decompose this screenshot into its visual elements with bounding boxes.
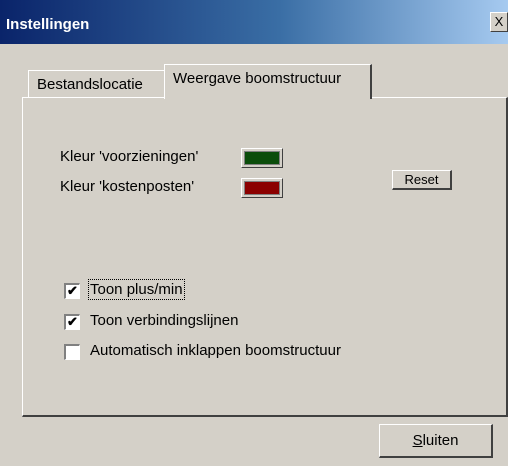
label-toon-plus-min[interactable]: Toon plus/min — [88, 279, 185, 300]
sluiten-button[interactable]: Sluiten — [379, 424, 493, 458]
checkbox-toon-plus-min[interactable]: ✔ — [64, 283, 80, 299]
tab-weergave-boomstructuur[interactable]: Weergave boomstructuur — [164, 64, 372, 99]
tab-bestandslocatie[interactable]: Bestandslocatie — [28, 70, 166, 98]
color-swatch-kostenposten[interactable] — [241, 178, 283, 198]
close-icon[interactable]: X — [490, 12, 508, 32]
window-title: Instellingen — [6, 16, 90, 33]
label-automatisch-inklappen[interactable]: Automatisch inklappen boomstructuur — [90, 342, 341, 359]
tab-panel — [22, 97, 508, 417]
reset-button[interactable]: Reset — [392, 170, 452, 190]
color-swatch-voorzieningen[interactable] — [241, 148, 283, 168]
sluiten-label: Sluiten — [412, 432, 459, 449]
color-fill-kostenposten — [244, 181, 280, 195]
title-bar: Instellingen X — [0, 0, 508, 44]
checkbox-toon-verbindingslijnen[interactable]: ✔ — [64, 314, 80, 330]
checkbox-automatisch-inklappen[interactable] — [64, 344, 80, 360]
label-toon-verbindingslijnen[interactable]: Toon verbindingslijnen — [90, 312, 238, 329]
label-kleur-voorzieningen: Kleur 'voorzieningen' — [60, 148, 199, 165]
label-kleur-kostenposten: Kleur 'kostenposten' — [60, 178, 195, 195]
color-fill-voorzieningen — [244, 151, 280, 165]
